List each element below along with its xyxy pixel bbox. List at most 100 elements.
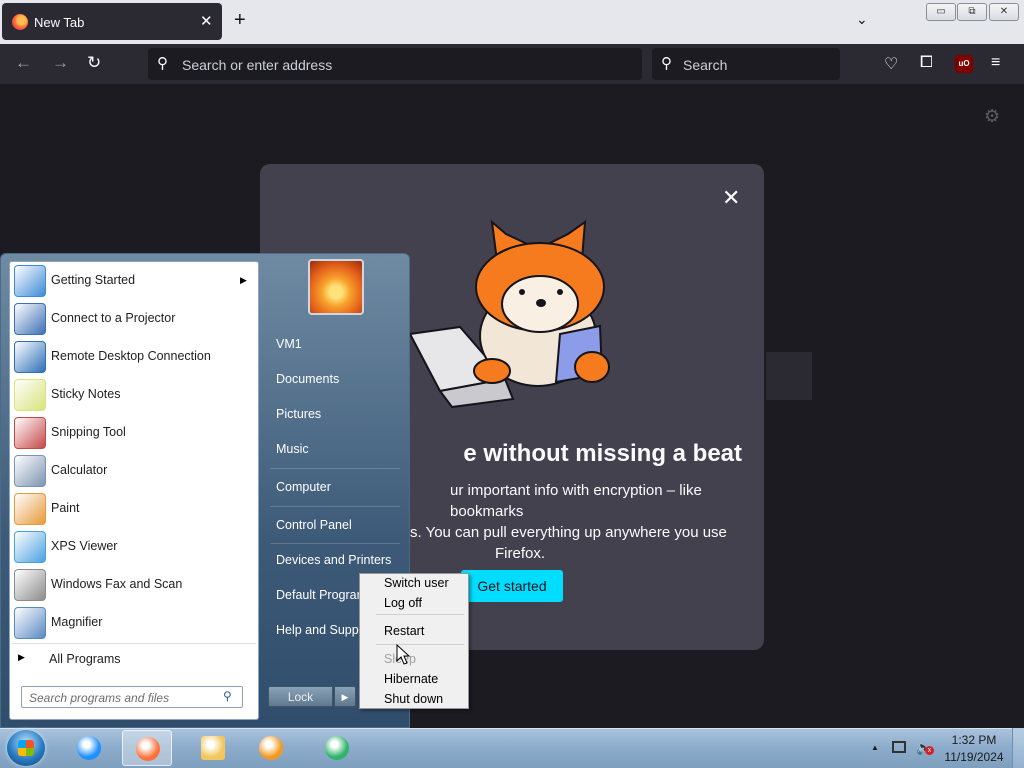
program-item[interactable]: Paint bbox=[10, 489, 258, 527]
taskbar-button[interactable] bbox=[188, 730, 238, 766]
muted-badge-icon: x bbox=[925, 746, 934, 755]
media-player-icon bbox=[259, 736, 283, 760]
divider bbox=[376, 644, 464, 645]
lock-button[interactable]: Lock bbox=[268, 686, 333, 707]
start-search-placeholder: Search programs and files bbox=[29, 691, 170, 705]
place-item[interactable]: Computer bbox=[276, 480, 331, 494]
close-window-button[interactable]: ✕ bbox=[989, 3, 1019, 21]
url-placeholder: Search or enter address bbox=[182, 57, 333, 73]
program-item[interactable]: Calculator bbox=[10, 451, 258, 489]
mouse-cursor-icon bbox=[396, 644, 410, 665]
taskbar-button[interactable] bbox=[312, 730, 362, 766]
ublock-icon[interactable]: uO bbox=[955, 55, 973, 73]
close-tab-icon[interactable]: ✕ bbox=[200, 12, 213, 30]
search-placeholder: Search bbox=[683, 57, 728, 73]
program-item[interactable]: Magnifier bbox=[10, 603, 258, 641]
program-label: Sticky Notes bbox=[51, 387, 121, 401]
power-options-arrow[interactable]: ▶ bbox=[334, 686, 356, 707]
divider bbox=[376, 614, 464, 615]
minimize-button[interactable]: ▭ bbox=[926, 3, 956, 21]
user-avatar[interactable] bbox=[308, 259, 364, 315]
place-item[interactable]: Documents bbox=[276, 372, 339, 386]
power-context-menu bbox=[359, 573, 469, 709]
url-bar[interactable]: ⚲ Search or enter address bbox=[148, 48, 642, 80]
all-programs-label: All Programs bbox=[49, 652, 121, 666]
program-label: Paint bbox=[51, 501, 80, 515]
program-label: Connect to a Projector bbox=[51, 311, 176, 325]
program-label: Magnifier bbox=[51, 615, 103, 629]
place-item[interactable]: Devices and Printers bbox=[276, 553, 391, 567]
search-field-background bbox=[766, 352, 812, 400]
program-label: Calculator bbox=[51, 463, 108, 477]
place-item[interactable]: VM1 bbox=[276, 337, 302, 351]
clock-time[interactable]: 1:32 PM bbox=[944, 733, 1004, 747]
program-label: Snipping Tool bbox=[51, 425, 126, 439]
close-modal-icon[interactable]: ✕ bbox=[722, 185, 740, 211]
firefox-icon bbox=[136, 737, 160, 761]
start-search-input[interactable]: Search programs and files ⚲ bbox=[21, 686, 243, 708]
xps-viewer-icon bbox=[14, 531, 46, 563]
show-desktop-button[interactable] bbox=[1012, 728, 1024, 768]
divider bbox=[12, 643, 256, 644]
magnifier-icon bbox=[14, 607, 46, 639]
taskbar-button[interactable] bbox=[246, 730, 296, 766]
taskbar-button[interactable] bbox=[122, 730, 172, 766]
power-menu-item[interactable]: Hibernate bbox=[384, 672, 438, 686]
search-icon: ⚲ bbox=[661, 55, 672, 72]
all-programs-button[interactable]: ▶ All Programs bbox=[10, 648, 258, 670]
tab-new-tab[interactable]: New Tab ✕ bbox=[2, 3, 222, 40]
search-bar[interactable]: ⚲ Search bbox=[652, 48, 840, 80]
restore-button[interactable]: ⧉ bbox=[957, 3, 987, 21]
power-menu-item[interactable]: Switch user bbox=[384, 576, 449, 590]
volume-muted-icon[interactable]: 🔈 x bbox=[916, 740, 934, 756]
fax-scan-icon bbox=[14, 569, 46, 601]
new-tab-button[interactable]: + bbox=[234, 9, 246, 32]
program-item[interactable]: Remote Desktop Connection bbox=[10, 337, 258, 375]
power-menu-item[interactable]: Log off bbox=[384, 596, 422, 610]
divider bbox=[270, 468, 400, 469]
program-item[interactable]: Sticky Notes bbox=[10, 375, 258, 413]
start-button[interactable] bbox=[7, 730, 45, 766]
projector-icon bbox=[14, 303, 46, 335]
gear-icon[interactable]: ⚙ bbox=[984, 106, 1000, 127]
program-label: Remote Desktop Connection bbox=[51, 349, 211, 363]
forward-icon[interactable]: → bbox=[52, 53, 69, 73]
menu-icon[interactable]: ≡ bbox=[991, 54, 1000, 72]
back-icon[interactable]: ← bbox=[15, 53, 32, 73]
list-all-tabs-icon[interactable]: ⌄ bbox=[856, 11, 868, 28]
power-menu-item[interactable]: Shut down bbox=[384, 692, 443, 706]
program-item[interactable]: Getting Started bbox=[10, 261, 258, 299]
extensions-icon[interactable]: ⧠ bbox=[920, 54, 933, 72]
taskbar-button[interactable] bbox=[64, 730, 114, 766]
program-item[interactable]: Windows Fax and Scan bbox=[10, 565, 258, 603]
network-icon[interactable] bbox=[892, 741, 906, 753]
place-item[interactable]: Music bbox=[276, 442, 309, 456]
app-icon bbox=[325, 736, 349, 760]
calculator-icon bbox=[14, 455, 46, 487]
search-icon: ⚲ bbox=[157, 55, 168, 72]
pocket-icon[interactable]: ♡ bbox=[884, 54, 898, 74]
get-started-button[interactable]: Get started bbox=[461, 570, 563, 602]
sticky-notes-icon bbox=[14, 379, 46, 411]
tab-title: New Tab bbox=[34, 15, 85, 30]
program-item[interactable]: Snipping Tool bbox=[10, 413, 258, 451]
reload-icon[interactable]: ↻ bbox=[87, 53, 101, 73]
getting-started-icon bbox=[14, 265, 46, 297]
clock-date[interactable]: 11/19/2024 bbox=[944, 750, 1004, 764]
program-label: Getting Started bbox=[51, 273, 136, 287]
place-item[interactable]: Pictures bbox=[276, 407, 321, 421]
divider bbox=[270, 543, 400, 544]
place-item[interactable]: Control Panel bbox=[276, 518, 352, 532]
paint-icon bbox=[14, 493, 46, 525]
program-item[interactable]: Connect to a Projector bbox=[10, 299, 258, 337]
chevron-right-icon: ▶ bbox=[18, 652, 25, 662]
search-icon: ⚲ bbox=[223, 689, 232, 703]
program-label: XPS Viewer bbox=[51, 539, 118, 553]
divider bbox=[270, 506, 400, 507]
snipping-tool-icon bbox=[14, 417, 46, 449]
power-menu-item[interactable]: Restart bbox=[384, 624, 424, 638]
submenu-arrow-icon: ▶ bbox=[240, 275, 247, 285]
internet-explorer-icon bbox=[77, 736, 101, 760]
show-hidden-icons[interactable]: ▲ bbox=[871, 743, 879, 752]
program-item[interactable]: XPS Viewer bbox=[10, 527, 258, 565]
